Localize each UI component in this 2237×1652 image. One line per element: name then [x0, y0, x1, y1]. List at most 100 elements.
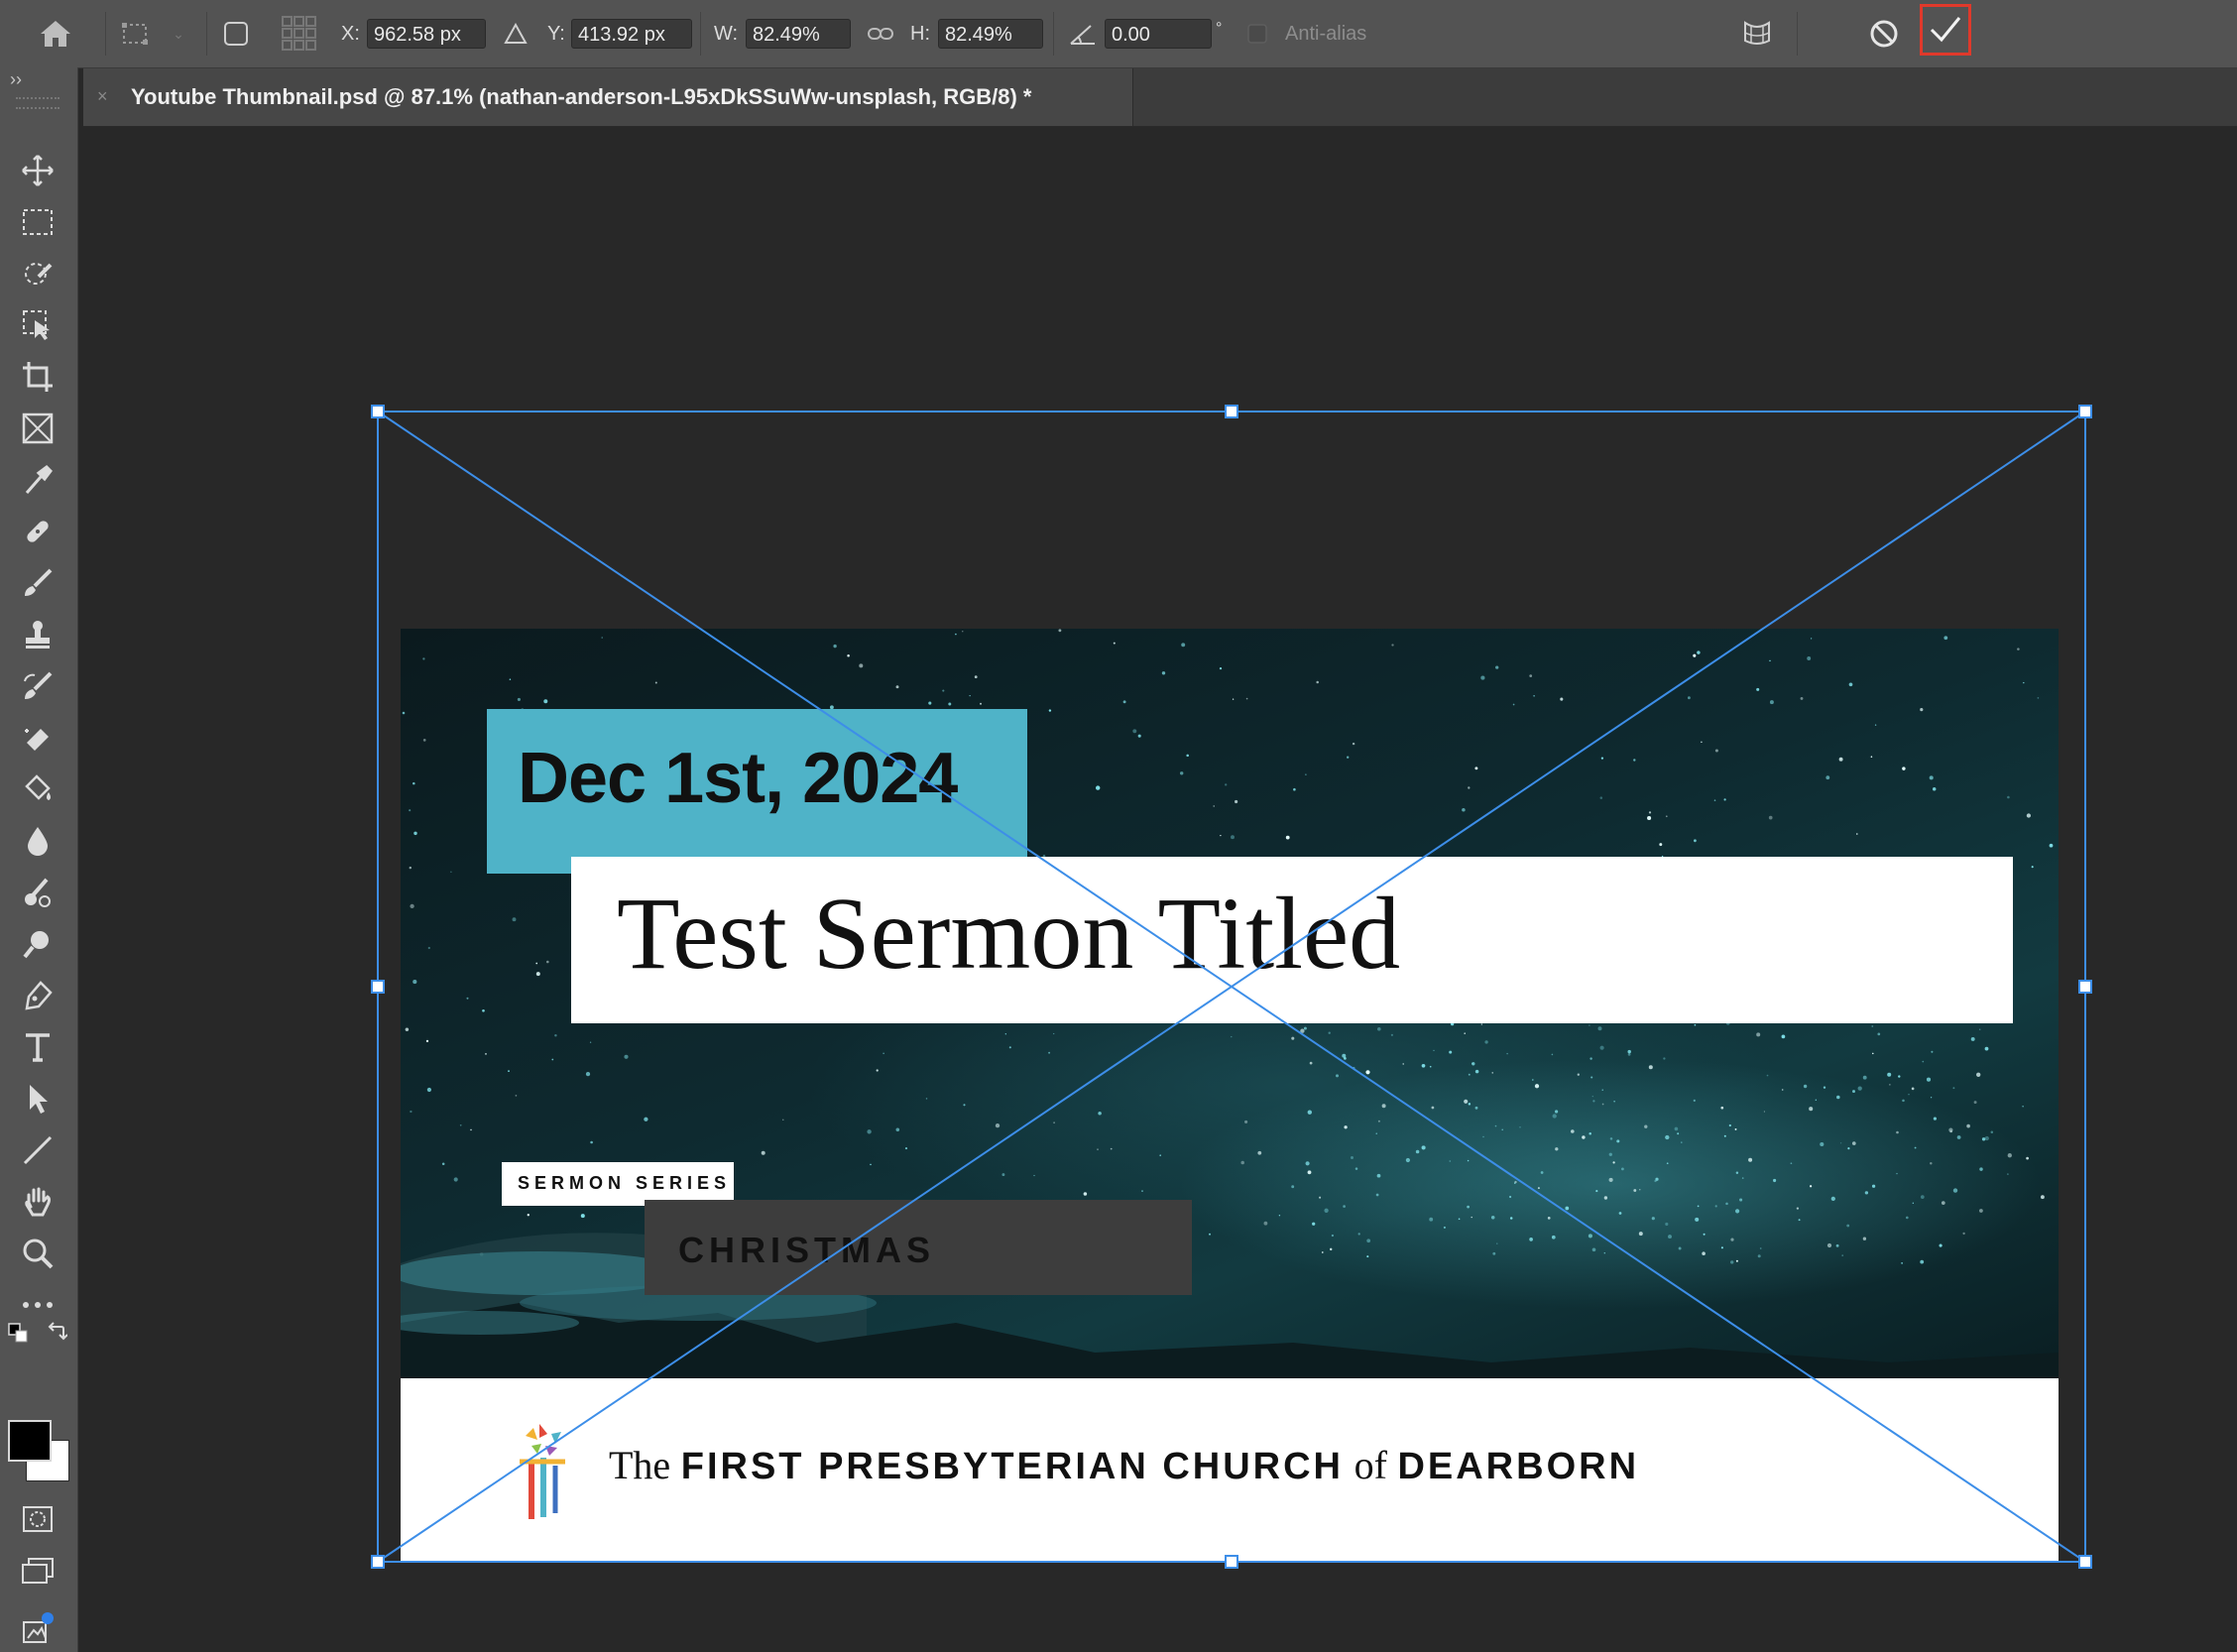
move-tool-icon[interactable] [18, 151, 58, 190]
star [1421, 1063, 1426, 1068]
star [1415, 1149, 1420, 1154]
star [551, 1058, 554, 1061]
star [1048, 1051, 1051, 1054]
star [422, 739, 426, 742]
transform-handle-top-left[interactable] [371, 405, 385, 418]
rotation-angle-field[interactable]: 0.00 [1105, 19, 1212, 49]
star [1633, 759, 1636, 762]
eraser-tool-icon[interactable] [18, 718, 58, 758]
star [1468, 1073, 1471, 1076]
transform-handle-bottom-left[interactable] [371, 1555, 385, 1569]
type-tool-icon[interactable] [18, 1027, 58, 1067]
object-selection-tool-icon[interactable] [18, 305, 58, 345]
cancel-transform-icon[interactable] [1864, 14, 1904, 54]
close-tab-icon[interactable]: × [97, 86, 108, 107]
star [1421, 1145, 1426, 1150]
quick-mask-icon[interactable] [18, 1499, 58, 1539]
star [412, 980, 417, 985]
foreground-color-swatch[interactable] [8, 1420, 52, 1462]
swap-colors-icon[interactable] [46, 1321, 68, 1343]
transform-tool-preset-icon[interactable] [117, 14, 157, 54]
quick-selection-tool-icon[interactable] [18, 254, 58, 294]
brush-tool-icon[interactable] [18, 563, 58, 603]
frame-tool-icon[interactable] [18, 409, 58, 448]
clone-stamp-tool-icon[interactable] [18, 615, 58, 654]
star [1826, 1242, 1832, 1248]
star [535, 972, 540, 977]
y-position-field[interactable]: 413.92 px [571, 19, 692, 49]
star [1179, 771, 1184, 775]
crop-tool-icon[interactable] [18, 357, 58, 397]
transform-handle-middle-left[interactable] [371, 980, 385, 994]
default-colors-icon[interactable] [8, 1323, 28, 1343]
star [974, 675, 978, 679]
h-label: H: [910, 23, 930, 45]
dodge-tool-icon[interactable] [18, 924, 58, 964]
star [1053, 1032, 1055, 1035]
transform-handle-top-right[interactable] [2078, 405, 2092, 418]
star [1976, 1072, 1981, 1077]
reference-point-grid-icon[interactable] [280, 14, 319, 54]
star [1864, 1191, 1869, 1195]
star [1939, 1243, 1943, 1247]
paint-bucket-tool-icon[interactable] [18, 769, 58, 809]
star [1952, 1087, 1955, 1090]
screen-mode-icon[interactable] [18, 1551, 58, 1591]
star [1113, 642, 1116, 645]
star [1429, 1065, 1432, 1068]
transform-handle-top-center[interactable] [1225, 405, 1238, 418]
relative-position-triangle-icon[interactable] [502, 20, 530, 48]
star [1122, 700, 1126, 704]
more-tools-icon[interactable] [18, 1285, 58, 1325]
smudge-tool-icon[interactable] [18, 873, 58, 912]
star [1748, 1157, 1753, 1162]
star [1048, 709, 1052, 712]
marquee-tool-icon[interactable] [18, 202, 58, 242]
commit-transform-button[interactable] [1920, 4, 1971, 56]
pen-tool-icon[interactable] [18, 976, 58, 1015]
chevron-down-icon[interactable]: ⌄ [169, 22, 188, 46]
eyedropper-tool-icon[interactable] [18, 460, 58, 500]
history-brush-tool-icon[interactable] [18, 666, 58, 706]
star [883, 1052, 884, 1055]
star [1519, 1126, 1521, 1128]
antialias-checkbox[interactable] [1245, 22, 1269, 46]
toolbar-collapse-toggle[interactable]: ›› [10, 69, 22, 90]
warp-mode-icon[interactable] [1737, 14, 1777, 54]
star [969, 695, 971, 697]
reference-point-checkbox[interactable] [222, 20, 250, 48]
star [1571, 1129, 1575, 1133]
star [925, 1098, 928, 1100]
star [1501, 1128, 1504, 1131]
star [1225, 783, 1228, 786]
home-icon[interactable] [36, 14, 75, 54]
path-selection-tool-icon[interactable] [18, 1079, 58, 1119]
star [1560, 697, 1564, 701]
star [1929, 775, 1934, 780]
hand-tool-icon[interactable] [18, 1182, 58, 1222]
height-field[interactable]: 82.49% [938, 19, 1043, 49]
star [1321, 1251, 1324, 1253]
star [1920, 1195, 1925, 1199]
blur-tool-icon[interactable] [18, 821, 58, 861]
transform-handle-bottom-right[interactable] [2078, 1555, 2092, 1569]
zoom-tool-icon[interactable] [18, 1234, 58, 1273]
star [1902, 767, 1906, 770]
star [1312, 1222, 1316, 1226]
toolbar-grip[interactable] [16, 97, 59, 109]
healing-brush-tool-icon[interactable] [18, 512, 58, 551]
line-tool-icon[interactable] [18, 1130, 58, 1170]
transform-handle-middle-right[interactable] [2078, 980, 2092, 994]
document-canvas[interactable]: Dec 1st, 2024 Test Sermon Titled SERMON … [401, 629, 2059, 1561]
star [1285, 835, 1290, 840]
generative-fill-icon[interactable] [18, 1608, 58, 1648]
width-field[interactable]: 82.49% [746, 19, 851, 49]
star [1331, 1234, 1335, 1238]
star [995, 1122, 1001, 1128]
x-position-field[interactable]: 962.58 px [367, 19, 486, 49]
star [1790, 1162, 1793, 1165]
star [1838, 757, 1843, 762]
transform-handle-bottom-center[interactable] [1225, 1555, 1238, 1569]
document-tab[interactable]: × Youtube Thumbnail.psd @ 87.1% (nathan-… [83, 68, 1133, 126]
link-icon[interactable] [865, 20, 896, 48]
